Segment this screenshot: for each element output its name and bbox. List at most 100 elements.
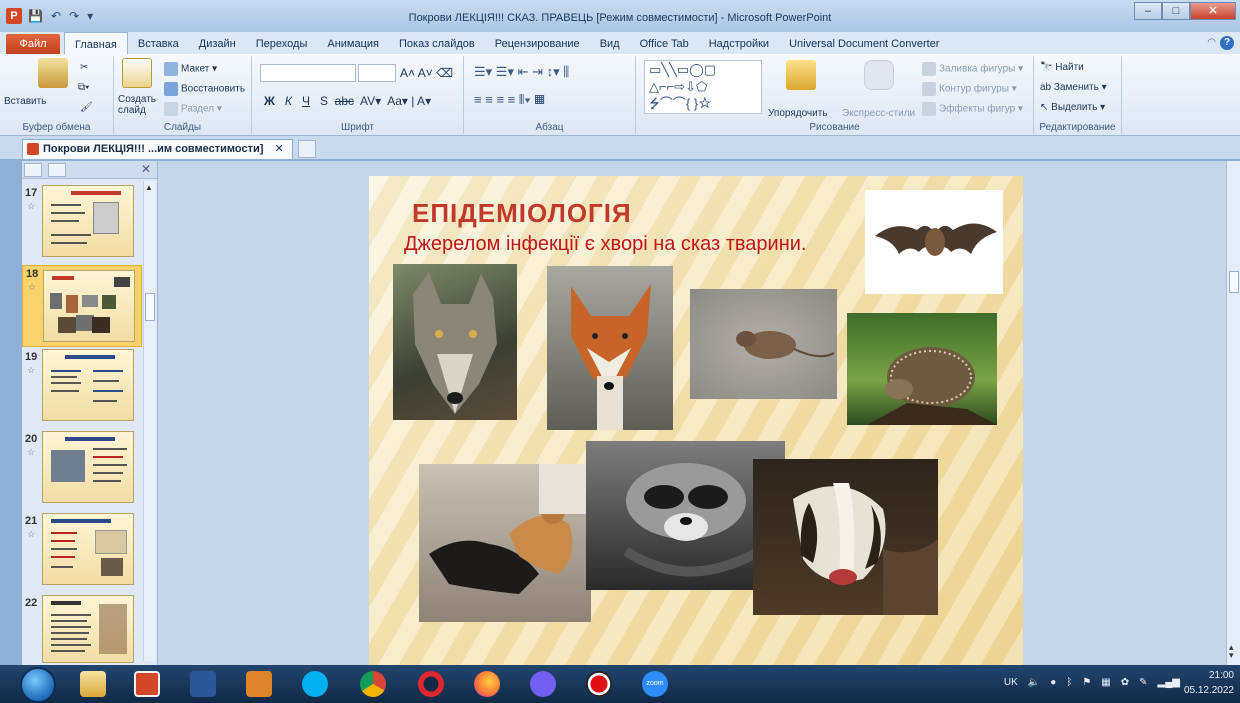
arrange-button[interactable]: Упорядочить bbox=[768, 108, 828, 119]
canvas-scrollbar[interactable]: ▴ ▾ bbox=[1226, 161, 1240, 665]
fox-photo[interactable] bbox=[547, 266, 673, 430]
decrease-indent-icon[interactable]: ⇤ bbox=[518, 64, 529, 79]
panel-scroll-thumb[interactable] bbox=[145, 293, 155, 321]
strikethrough-button[interactable]: abc bbox=[335, 94, 354, 108]
slide-thumbnail-18[interactable]: 18 ☆ bbox=[22, 265, 142, 347]
collapse-ribbon-icon[interactable]: ◠ bbox=[1207, 37, 1216, 48]
chrome-icon[interactable] bbox=[360, 671, 386, 697]
tab-design[interactable]: Дизайн bbox=[189, 32, 246, 54]
justify-icon[interactable]: ≡ bbox=[508, 92, 516, 107]
opera-icon[interactable] bbox=[418, 671, 444, 697]
language-indicator[interactable]: UK bbox=[1004, 677, 1018, 688]
help-icon[interactable]: ? bbox=[1220, 36, 1234, 50]
quick-styles-icon[interactable] bbox=[864, 60, 894, 90]
tab-addins[interactable]: Надстройки bbox=[699, 32, 779, 54]
shapes-gallery[interactable]: ▭╲╲▭◯▢ △⌐⌐⇨⇩⬠ ⭍⌒⌒{ }☆ bbox=[644, 60, 762, 114]
slide-thumbnail-22[interactable]: 22 bbox=[22, 595, 142, 675]
canvas-scroll-thumb[interactable] bbox=[1229, 271, 1239, 293]
cut-icon[interactable]: ✂ bbox=[80, 62, 88, 73]
minimize-button[interactable]: – bbox=[1134, 2, 1162, 20]
outline-tab-icon[interactable] bbox=[48, 163, 66, 177]
tab-slideshow[interactable]: Показ слайдов bbox=[389, 32, 485, 54]
paste-button[interactable]: Вставить bbox=[4, 96, 46, 107]
tab-udc[interactable]: Universal Document Converter bbox=[779, 32, 949, 54]
find-button[interactable]: 🔭 Найти bbox=[1040, 62, 1084, 73]
underline-button[interactable]: Ч bbox=[302, 94, 310, 108]
italic-button[interactable]: К bbox=[285, 94, 292, 108]
slide-thumbnail-17[interactable]: 17 ☆ bbox=[22, 185, 142, 265]
layout-button[interactable]: Макет ▾ bbox=[164, 62, 217, 76]
font-color-button[interactable]: A bbox=[417, 94, 425, 108]
quick-styles-button[interactable]: Экспресс-стили bbox=[842, 108, 915, 119]
shape-fill-button[interactable]: Заливка фигуры ▾ bbox=[922, 62, 1023, 76]
copy-icon[interactable]: ⧉▾ bbox=[78, 82, 89, 93]
format-painter-icon[interactable]: 🖌 bbox=[80, 102, 93, 113]
pen-icon[interactable]: ✎ bbox=[1139, 677, 1147, 688]
paste-icon[interactable] bbox=[38, 58, 68, 88]
shape-effects-button[interactable]: Эффекты фигур ▾ bbox=[922, 102, 1023, 116]
close-panel-icon[interactable]: ✕ bbox=[141, 162, 151, 176]
reset-button[interactable]: Восстановить bbox=[164, 82, 245, 96]
smartart-icon[interactable]: ▦ bbox=[534, 92, 544, 107]
slide-thumbnail-19[interactable]: 19 ☆ bbox=[22, 349, 142, 429]
antivirus-icon[interactable]: ● bbox=[1050, 677, 1056, 688]
scroll-up-icon[interactable]: ▲ bbox=[145, 183, 153, 192]
clock[interactable]: 21:00 05.12.2022 bbox=[1184, 668, 1234, 698]
shadow-button[interactable]: S bbox=[320, 94, 328, 108]
explorer-icon[interactable] bbox=[80, 671, 106, 697]
mouse-photo[interactable] bbox=[690, 289, 837, 399]
clear-format-icon[interactable]: ⌫ bbox=[436, 66, 453, 80]
volume-icon[interactable]: 🔈 bbox=[1028, 677, 1040, 688]
tab-insert[interactable]: Вставка bbox=[128, 32, 189, 54]
word-icon[interactable] bbox=[190, 671, 216, 697]
shape-outline-button[interactable]: Контур фигуры ▾ bbox=[922, 82, 1017, 96]
viber-icon[interactable] bbox=[530, 671, 556, 697]
bluetooth-icon[interactable]: ᛒ bbox=[1066, 677, 1072, 688]
slide-thumbnail-20[interactable]: 20 ☆ bbox=[22, 431, 142, 511]
maximize-button[interactable]: □ bbox=[1162, 2, 1190, 20]
network-icon[interactable]: ▦ bbox=[1101, 677, 1110, 688]
tab-file[interactable]: Файл bbox=[6, 34, 60, 54]
panel-scrollbar[interactable]: ▲ bbox=[143, 181, 155, 661]
char-spacing-button[interactable]: AV bbox=[360, 94, 375, 108]
bold-button[interactable]: Ж bbox=[264, 94, 275, 108]
change-case-button[interactable]: Aa bbox=[387, 94, 402, 108]
hedgehog-photo[interactable] bbox=[847, 313, 997, 425]
badger-photo[interactable] bbox=[753, 459, 938, 615]
bat-photo[interactable] bbox=[865, 190, 1003, 294]
signal-icon[interactable]: ▂▄▆ bbox=[1158, 677, 1180, 688]
text-direction-icon[interactable]: ⫼ bbox=[563, 64, 569, 79]
grow-font-button[interactable]: A bbox=[400, 66, 408, 80]
tab-transitions[interactable]: Переходы bbox=[246, 32, 318, 54]
font-family-select[interactable] bbox=[260, 64, 356, 82]
slide-subtitle[interactable]: Джерелом інфекції є хворі на сказ тварин… bbox=[404, 233, 806, 256]
powerpoint-taskbar-icon[interactable] bbox=[134, 671, 160, 697]
dog-and-cat-photo[interactable] bbox=[419, 464, 591, 622]
tab-home[interactable]: Главная bbox=[64, 32, 128, 54]
increase-indent-icon[interactable]: ⇥ bbox=[532, 64, 543, 79]
bullets-icon[interactable]: ☰ bbox=[474, 64, 486, 79]
new-slide-icon[interactable] bbox=[122, 58, 152, 88]
action-center-icon[interactable]: ⚑ bbox=[1082, 677, 1091, 688]
new-tab-button[interactable] bbox=[298, 140, 316, 158]
line-spacing-icon[interactable]: ↕ bbox=[547, 64, 554, 79]
tab-view[interactable]: Вид bbox=[590, 32, 630, 54]
prev-next-slide-icon[interactable]: ▴ ▾ bbox=[1229, 643, 1234, 660]
tab-animations[interactable]: Анимация bbox=[317, 32, 389, 54]
zoom-icon[interactable]: zoom bbox=[642, 671, 668, 697]
slide-18[interactable]: ЕПІДЕМІОЛОГІЯ Джерелом інфекції є хворі … bbox=[369, 176, 1023, 666]
replace-button[interactable]: ab Заменить ▾ bbox=[1040, 82, 1107, 93]
arrange-icon[interactable] bbox=[786, 60, 816, 90]
numbering-icon[interactable]: ☰ bbox=[496, 64, 508, 79]
slide-title[interactable]: ЕПІДЕМІОЛОГІЯ bbox=[412, 198, 632, 229]
document-tab[interactable]: Покрови ЛЕКЦІЯ!!! ...им совместимости] ✕ bbox=[22, 139, 293, 159]
align-left-icon[interactable]: ≡ bbox=[474, 92, 482, 107]
font-size-select[interactable] bbox=[358, 64, 396, 82]
select-button[interactable]: ↖ Выделить ▾ bbox=[1040, 102, 1105, 113]
columns-icon[interactable]: ⫴ bbox=[519, 92, 524, 107]
wolf-photo[interactable] bbox=[393, 264, 517, 420]
tab-review[interactable]: Рецензирование bbox=[485, 32, 590, 54]
section-button[interactable]: Раздел ▾ bbox=[164, 102, 222, 116]
close-tab-icon[interactable]: ✕ bbox=[274, 143, 283, 155]
align-right-icon[interactable]: ≡ bbox=[496, 92, 504, 107]
